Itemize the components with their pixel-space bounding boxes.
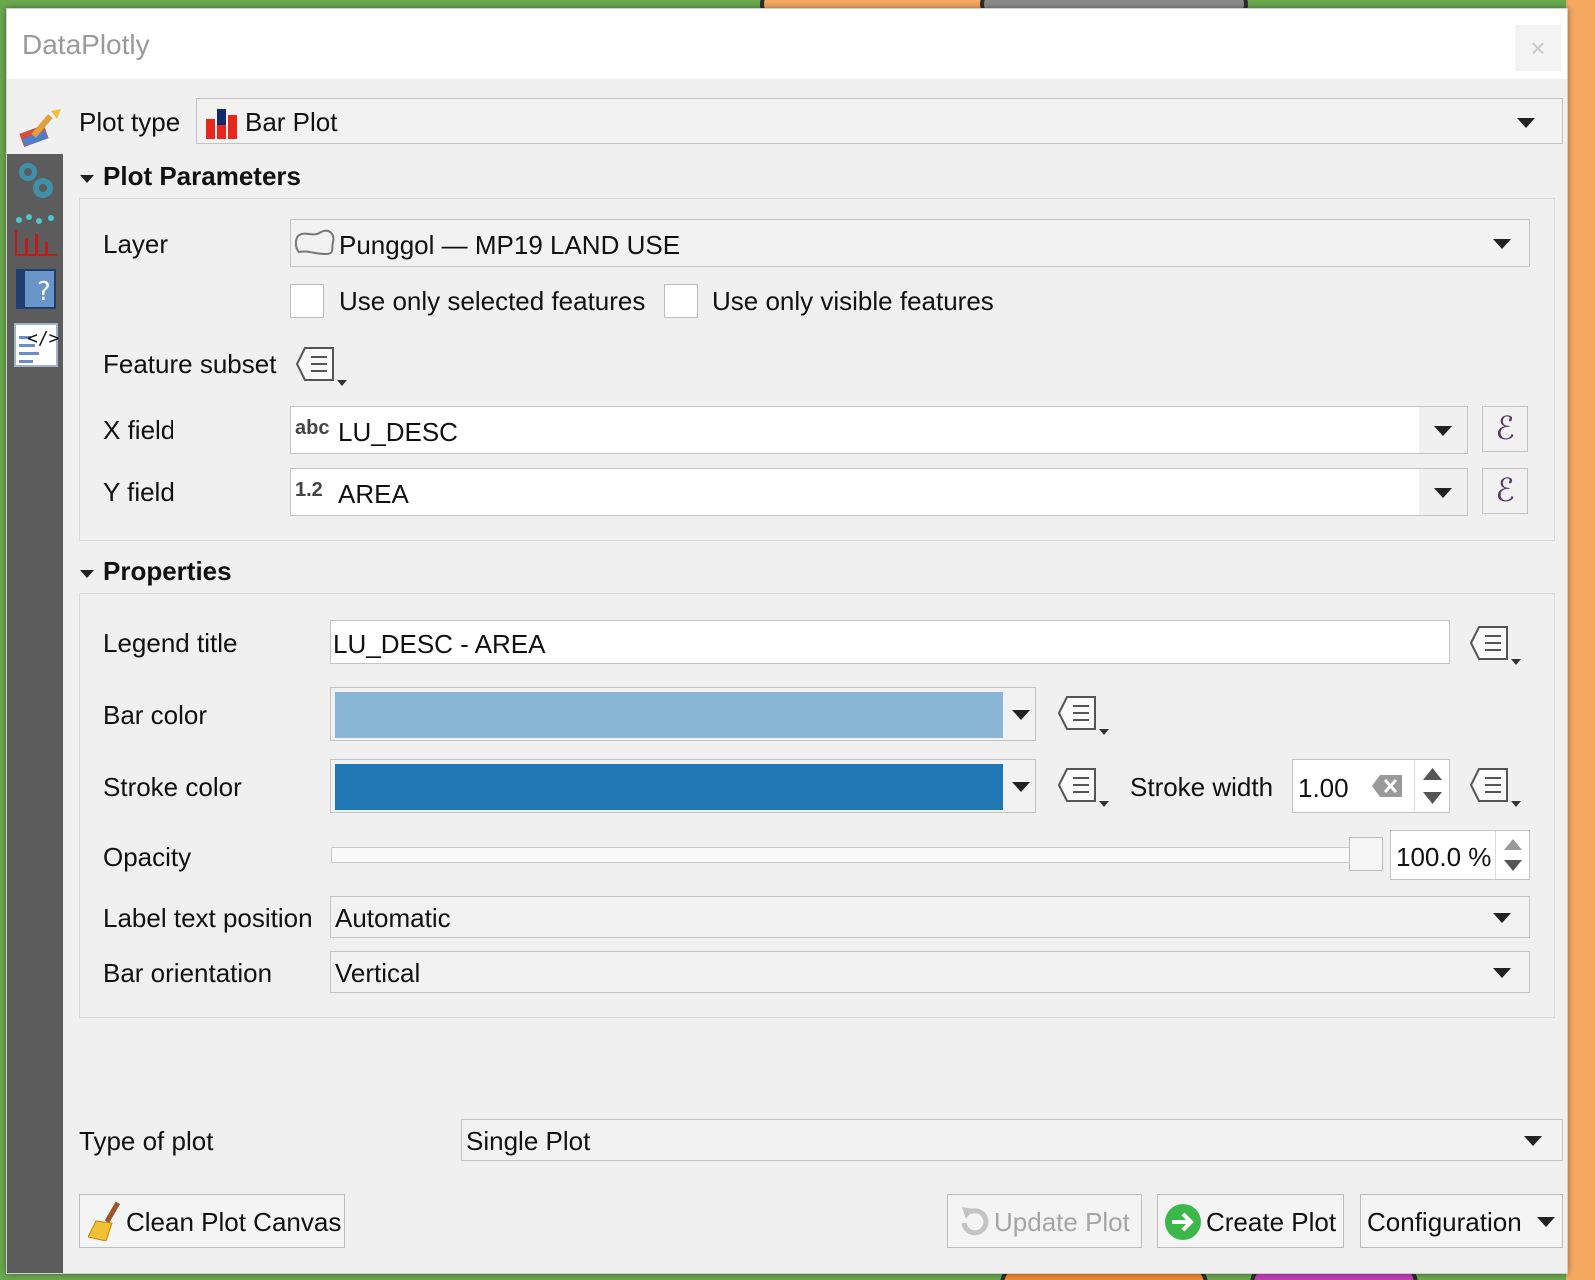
svg-text:?: ? [37, 277, 51, 307]
stroke-width-value: 1.00 [1298, 773, 1349, 803]
type-of-plot-label: Type of plot [79, 1126, 214, 1156]
bar-orientation-combobox[interactable]: Vertical [330, 951, 1530, 993]
type-of-plot-combobox[interactable]: Single Plot [461, 1119, 1563, 1161]
bar-color-button[interactable] [330, 687, 1036, 741]
x-field-label: X field [103, 415, 173, 445]
close-button[interactable]: × [1515, 25, 1561, 71]
plot-type-label: Plot type [79, 107, 181, 137]
update-plot-label: Update Plot [994, 1207, 1130, 1237]
layer-value: Punggol — MP19 LAND USE [339, 230, 681, 260]
chevron-down-icon [1493, 913, 1511, 923]
create-plot-label: Create Plot [1206, 1207, 1337, 1237]
stroke-width-label: Stroke width [1130, 772, 1274, 802]
y-field-dropdown-button[interactable] [1419, 469, 1467, 515]
opacity-stepper[interactable] [1495, 831, 1530, 879]
legend-title-input[interactable]: LU_DESC - AREA [330, 620, 1450, 664]
data-defined-override-icon[interactable] [295, 342, 347, 388]
x-field-combobox[interactable]: abc LU_DESC [290, 406, 1468, 454]
chevron-down-icon [1493, 968, 1511, 978]
refresh-icon [956, 1203, 994, 1241]
bar-orientation-label: Bar orientation [103, 958, 273, 988]
feature-subset-label: Feature subset [103, 349, 277, 379]
legend-title-value: LU_DESC - AREA [333, 629, 546, 659]
data-defined-override-icon[interactable] [1057, 763, 1109, 809]
update-plot-button[interactable]: Update Plot [947, 1194, 1142, 1248]
visible-features-label[interactable]: Use only visible features [712, 286, 994, 317]
bar-plot-icon [205, 105, 239, 139]
plot-type-value: Bar Plot [245, 107, 338, 137]
legend-title-label: Legend title [103, 628, 238, 658]
chevron-down-icon [1524, 1136, 1542, 1146]
sidebar: ? </> [7, 154, 63, 1273]
y-field-value: AREA [338, 479, 409, 509]
bar-color-swatch [335, 692, 1003, 738]
data-defined-override-icon[interactable] [1469, 621, 1521, 667]
arrow-right-icon [1164, 1203, 1202, 1241]
string-type-badge: abc [295, 417, 330, 439]
clean-plot-canvas-label: Clean Plot Canvas [126, 1207, 342, 1237]
label-position-combobox[interactable]: Automatic [330, 896, 1530, 938]
data-defined-override-icon[interactable] [1469, 763, 1521, 809]
plot-parameters-header[interactable]: Plot Parameters [103, 161, 301, 192]
configuration-button[interactable]: Configuration [1360, 1194, 1563, 1248]
layer-label: Layer [103, 229, 169, 259]
window-title: DataPlotly [22, 29, 150, 60]
map-feature [1566, 0, 1595, 1280]
chevron-down-icon [1434, 426, 1452, 436]
chevron-down-icon [1493, 239, 1511, 249]
y-field-label: Y field [103, 477, 175, 507]
x-field-expression-button[interactable]: ℰ [1482, 406, 1528, 452]
title-bar: DataPlotly × [7, 9, 1567, 79]
label-position-value: Automatic [335, 903, 451, 933]
polygon-layer-icon [294, 228, 337, 258]
dataplotly-dialog: DataPlotly × Plot type Bar Plot ? </> Pl… [6, 8, 1568, 1274]
bar-color-label: Bar color [103, 700, 208, 730]
opacity-value: 100.0 % [1396, 842, 1492, 872]
label-position-label: Label text position [103, 903, 313, 933]
opacity-label: Opacity [103, 842, 192, 872]
scatter-bars-icon[interactable] [13, 212, 59, 258]
stroke-width-stepper[interactable] [1414, 760, 1450, 812]
plot-type-combobox[interactable]: Bar Plot [196, 98, 1563, 144]
configuration-label: Configuration [1367, 1207, 1522, 1237]
opacity-spinbox[interactable]: 100.0 % [1390, 830, 1530, 880]
selected-features-label[interactable]: Use only selected features [339, 286, 645, 317]
svg-text:</>: </> [27, 328, 59, 349]
opacity-slider-track[interactable] [331, 847, 1383, 863]
stroke-color-swatch [335, 764, 1003, 810]
stroke-width-spinbox[interactable]: 1.00 [1292, 759, 1450, 813]
chevron-down-icon [1012, 710, 1030, 720]
help-icon[interactable]: ? [13, 266, 59, 312]
broom-icon [87, 1201, 128, 1242]
x-field-dropdown-button[interactable] [1419, 407, 1467, 453]
visible-features-checkbox[interactable] [664, 284, 698, 318]
data-defined-override-icon[interactable] [1057, 691, 1109, 737]
gears-icon[interactable] [13, 158, 59, 204]
y-field-expression-button[interactable]: ℰ [1482, 468, 1528, 514]
chevron-down-icon [1434, 488, 1452, 498]
selected-features-checkbox[interactable] [290, 284, 324, 318]
bar-orientation-value: Vertical [335, 958, 421, 988]
stroke-color-label: Stroke color [103, 772, 242, 802]
chevron-down-icon [1517, 118, 1535, 128]
number-type-badge: 1.2 [295, 479, 323, 501]
clean-plot-canvas-button[interactable]: Clean Plot Canvas [79, 1194, 345, 1248]
stroke-color-button[interactable] [330, 759, 1036, 813]
collapse-arrow-icon[interactable] [80, 570, 94, 578]
create-plot-button[interactable]: Create Plot [1157, 1194, 1344, 1248]
x-field-value: LU_DESC [338, 417, 458, 447]
chevron-down-icon [1012, 782, 1030, 792]
properties-header[interactable]: Properties [103, 556, 232, 587]
type-of-plot-value: Single Plot [466, 1126, 591, 1156]
paintbrush-icon [17, 107, 67, 153]
opacity-slider-handle[interactable] [1349, 837, 1383, 871]
layer-combobox[interactable]: Punggol — MP19 LAND USE [290, 219, 1530, 267]
clear-icon[interactable] [1371, 774, 1403, 798]
code-icon[interactable]: </> [13, 322, 60, 368]
y-field-combobox[interactable]: 1.2 AREA [290, 468, 1468, 516]
collapse-arrow-icon[interactable] [80, 175, 94, 183]
chevron-down-icon [1537, 1217, 1555, 1227]
